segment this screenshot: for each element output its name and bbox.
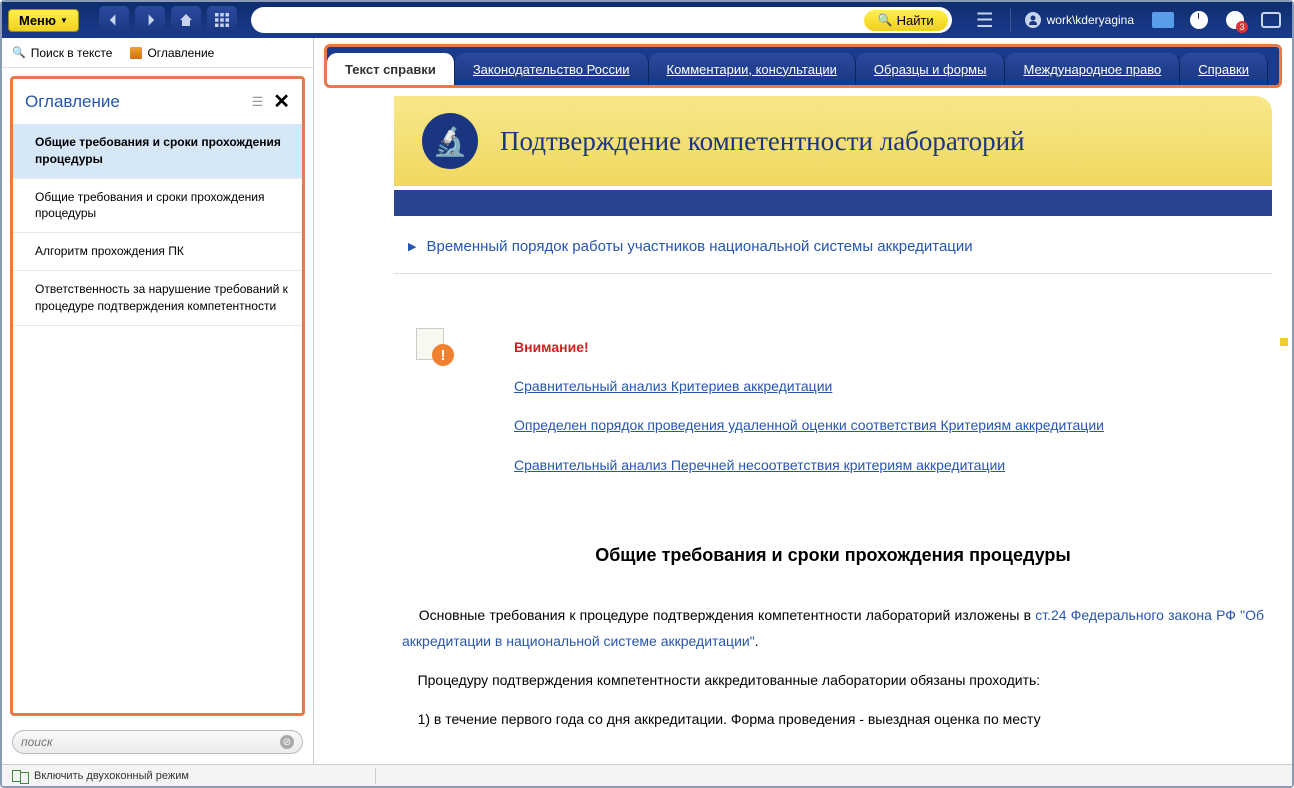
toc-item[interactable]: Общие требования и сроки прохождения про… xyxy=(13,124,302,179)
main-area: Поиск в тексте Оглавление Оглавление ☰ ✕… xyxy=(2,38,1292,764)
clock-icon xyxy=(1190,11,1208,29)
expand-label: Временный порядок работы участников наци… xyxy=(426,238,972,255)
user-info[interactable]: work\kderyagina xyxy=(1017,12,1142,28)
tab-references[interactable]: Справки xyxy=(1180,53,1268,85)
toc-header: Оглавление ☰ ✕ xyxy=(13,79,302,124)
notice-link[interactable]: Сравнительный анализ Перечней несоответс… xyxy=(514,457,1005,473)
header-bar xyxy=(394,190,1272,216)
paragraph: Процедуру подтверждения компетентности а… xyxy=(394,661,1272,700)
tab-intl-law[interactable]: Международное право xyxy=(1005,53,1180,85)
toc-panel: Оглавление ☰ ✕ Общие требования и сроки … xyxy=(10,76,305,716)
list-options-icon[interactable]: ☰ xyxy=(252,94,264,110)
microscope-icon: 🔬 xyxy=(422,113,478,169)
clock-button[interactable] xyxy=(1188,9,1210,31)
expandable-section[interactable]: ▶ Временный порядок работы участников на… xyxy=(394,216,1272,274)
sidebar-tab-toc[interactable]: Оглавление xyxy=(130,46,214,60)
tab-legislation[interactable]: Законодательство России xyxy=(455,53,649,85)
forward-button[interactable] xyxy=(135,6,165,34)
menu-button[interactable]: Меню xyxy=(8,9,79,32)
paragraph: Основные требования к процедуре подтверж… xyxy=(394,596,1272,661)
attention-label: Внимание! xyxy=(514,328,1104,367)
document-header: 🔬 Подтверждение компетентности лаборатор… xyxy=(394,96,1272,186)
divider xyxy=(1010,8,1011,32)
toc-item[interactable]: Общие требования и сроки прохождения про… xyxy=(13,179,302,234)
clear-search-icon[interactable]: ⊘ xyxy=(280,735,294,749)
chat-button[interactable] xyxy=(1260,9,1282,31)
topbar: Меню Найти ☰ work\kderyagina 3 xyxy=(2,2,1292,38)
global-search: Найти xyxy=(251,7,952,33)
user-name: work\kderyagina xyxy=(1047,13,1134,27)
toc-item[interactable]: Алгоритм прохождения ПК xyxy=(13,233,302,271)
close-icon[interactable]: ✕ xyxy=(273,89,290,114)
margin-marker[interactable] xyxy=(1280,338,1288,346)
apps-button[interactable] xyxy=(207,6,237,34)
sidebar-tabs: Поиск в тексте Оглавление xyxy=(2,38,313,68)
chat-icon xyxy=(1261,12,1281,28)
document-tabs: Текст справки Законодательство России Ко… xyxy=(324,44,1282,88)
toc-search: ⊘ xyxy=(12,730,303,754)
notice-link[interactable]: Сравнительный анализ Критериев аккредита… xyxy=(514,378,832,394)
folder-button[interactable] xyxy=(1152,9,1174,31)
folder-icon xyxy=(1152,12,1174,28)
document-title: Подтверждение компетентности лабораторий xyxy=(500,126,1025,157)
notice-link[interactable]: Определен порядок проведения удаленной о… xyxy=(514,417,1104,433)
timer-button[interactable]: 3 xyxy=(1224,9,1246,31)
statusbar: Включить двухоконный режим xyxy=(2,764,1292,786)
user-avatar-icon xyxy=(1025,12,1041,28)
home-button[interactable] xyxy=(171,6,201,34)
expand-arrow-icon: ▶ xyxy=(408,240,416,253)
content: Текст справки Законодательство России Ко… xyxy=(314,38,1292,764)
hamburger-menu[interactable]: ☰ xyxy=(966,8,1004,33)
paragraph: 1) в течение первого года со дня аккреди… xyxy=(394,700,1272,739)
toc-title: Оглавление xyxy=(25,92,120,112)
notice-block: ! Внимание! Сравнительный анализ Критери… xyxy=(394,274,1272,495)
divider xyxy=(375,768,376,784)
dual-mode-toggle[interactable]: Включить двухоконный режим xyxy=(34,770,189,782)
toc-icon xyxy=(130,47,142,59)
back-button[interactable] xyxy=(99,6,129,34)
warning-doc-icon: ! xyxy=(416,328,454,366)
tab-forms[interactable]: Образцы и формы xyxy=(856,53,1006,85)
notification-badge: 3 xyxy=(1236,21,1248,33)
dual-window-icon xyxy=(12,770,28,782)
tab-comments[interactable]: Комментарии, консультации xyxy=(649,53,856,85)
section-heading: Общие требования и сроки прохождения про… xyxy=(394,495,1272,596)
global-search-input[interactable] xyxy=(265,13,864,28)
toc-search-input[interactable] xyxy=(21,735,280,749)
notice-content: Внимание! Сравнительный анализ Критериев… xyxy=(514,328,1104,485)
sidebar-tab-search[interactable]: Поиск в тексте xyxy=(12,46,112,60)
toc-item[interactable]: Ответственность за нарушение требований … xyxy=(13,271,302,326)
toc-controls: ☰ ✕ xyxy=(252,89,290,114)
find-button[interactable]: Найти xyxy=(864,10,948,31)
toc-items: Общие требования и сроки прохождения про… xyxy=(13,124,302,713)
document-body[interactable]: 🔬 Подтверждение компетентности лаборатор… xyxy=(314,88,1292,764)
sidebar: Поиск в тексте Оглавление Оглавление ☰ ✕… xyxy=(2,38,314,764)
tab-text[interactable]: Текст справки xyxy=(327,53,455,85)
